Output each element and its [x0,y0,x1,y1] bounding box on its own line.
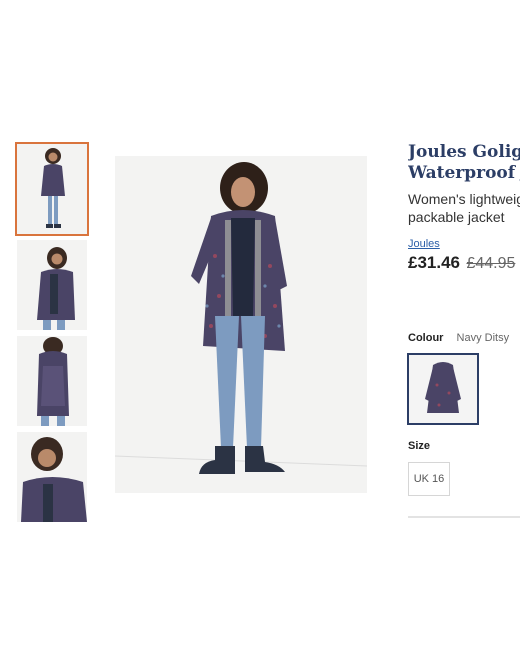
thumbnail-4[interactable] [17,432,87,522]
product-subtitle: Women's lightweig packable jacket [408,190,520,226]
thumbnail-1[interactable] [15,142,89,236]
colour-value: Navy Ditsy [456,332,510,344]
thumbnail-3[interactable] [17,336,87,426]
product-title: Joules Goligh Waterproof J [408,142,520,184]
current-price: £31.46 [408,253,460,272]
product-subtitle-line-2: packable jacket [408,209,505,225]
thumbnail-2[interactable] [17,240,87,330]
main-product-image[interactable] [115,156,367,493]
product-info: Joules Goligh Waterproof J Women's light… [408,142,520,273]
product-title-line-2: Waterproof J [408,163,520,183]
product-title-line-1: Joules Goligh [408,142,520,162]
product-subtitle-line-1: Women's lightweig [408,191,520,207]
brand-link[interactable]: Joules [408,238,520,250]
colour-label: Colour [408,332,444,344]
colour-selector-header: Colour Navy Ditsy [408,332,509,344]
original-price: £44.95 [466,255,516,272]
divider [408,516,520,518]
price-row: £31.46 £44.95 [408,253,520,273]
colour-swatch-navy-ditsy[interactable] [407,353,479,425]
size-label: Size [408,440,431,452]
size-option-uk-16[interactable]: UK 16 [408,462,450,496]
